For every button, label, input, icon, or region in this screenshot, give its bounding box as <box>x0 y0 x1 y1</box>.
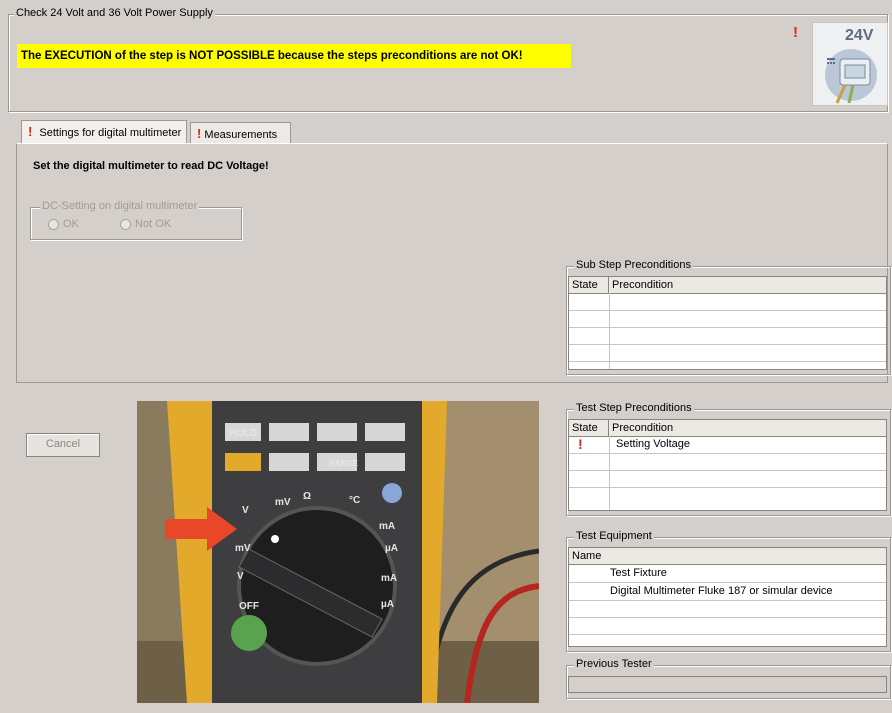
row-divider <box>569 634 886 635</box>
previous-tester-legend: Previous Tester <box>574 658 654 670</box>
svg-text:HOLD: HOLD <box>229 428 257 439</box>
row-divider <box>569 361 886 362</box>
table-row[interactable]: Test Fixture <box>610 565 667 581</box>
radio-ok[interactable]: OK <box>48 218 79 230</box>
row-divider <box>569 600 886 601</box>
tab-measurements[interactable]: ! Measurements <box>190 122 291 144</box>
svg-text:mV: mV <box>275 497 291 508</box>
row-divider <box>569 310 886 311</box>
column-header-name[interactable]: Name <box>569 548 886 564</box>
test-equipment-table[interactable]: Name Test Fixture Digital Multimeter Flu… <box>568 547 887 647</box>
tab-label: Measurements <box>204 129 278 141</box>
svg-text:RANGE: RANGE <box>329 459 359 468</box>
table-row[interactable]: ! Setting Voltage <box>569 436 886 453</box>
previous-tester-field <box>568 676 887 693</box>
test-step-preconditions-table[interactable]: State Precondition ! Setting Voltage <box>568 419 887 511</box>
tab-settings-digital-multimeter[interactable]: ! Settings for digital multimeter <box>21 120 187 144</box>
column-header-state[interactable]: State <box>569 277 609 293</box>
radio-not-ok-label: Not OK <box>135 218 172 230</box>
table-header: State Precondition <box>569 420 886 437</box>
window-title: Check 24 Volt and 36 Volt Power Supply <box>14 7 215 19</box>
table-header: State Precondition <box>569 277 886 294</box>
warning-exclamation-icon: ! <box>793 24 798 41</box>
sub-step-preconditions-legend: Sub Step Preconditions <box>574 259 693 271</box>
svg-text:V: V <box>237 571 244 582</box>
radio-ok-circle <box>48 218 59 230</box>
column-header-precondition[interactable]: Precondition <box>609 420 886 436</box>
radio-not-ok-circle <box>120 218 131 230</box>
table-header: Name <box>569 548 886 565</box>
state-warning-icon: ! <box>578 436 583 452</box>
sub-step-preconditions-table[interactable]: State Precondition <box>568 276 887 370</box>
digital-multimeter-photo: HOLD OFF V mV Ω °C mA µA mA µA mV V RANG… <box>137 401 539 703</box>
row-divider <box>569 344 886 345</box>
column-header-state[interactable]: State <box>569 420 609 436</box>
tab-label: Settings for digital multimeter <box>39 127 182 139</box>
radio-not-ok[interactable]: Not OK <box>120 218 171 230</box>
precondition-cell: Setting Voltage <box>616 438 691 450</box>
column-header-precondition[interactable]: Precondition <box>609 277 886 293</box>
svg-text:mA: mA <box>381 573 397 584</box>
svg-text:V: V <box>242 505 249 516</box>
tab-warning-icon: ! <box>28 124 33 139</box>
tab-warning-icon: ! <box>197 126 202 141</box>
cancel-button[interactable]: Cancel <box>26 433 100 457</box>
svg-text:mA: mA <box>379 521 395 532</box>
column-divider <box>609 293 610 369</box>
radio-ok-label: OK <box>63 218 79 230</box>
row-divider <box>569 487 886 488</box>
test-step-preconditions-legend: Test Step Preconditions <box>574 402 694 414</box>
test-equipment-legend: Test Equipment <box>574 530 654 542</box>
dc-setting-legend: DC-Setting on digital multimeter <box>40 200 200 212</box>
row-divider <box>569 327 886 328</box>
multimeter-badge-graphic <box>825 49 877 104</box>
row-divider <box>569 470 886 471</box>
svg-text:µA: µA <box>385 543 398 554</box>
execution-warning-banner: The EXECUTION of the step is NOT POSSIBL… <box>17 44 571 68</box>
instruction-text: Set the digital multimeter to read DC Vo… <box>33 160 269 172</box>
svg-text:Ω: Ω <box>303 491 311 502</box>
row-divider <box>569 453 886 454</box>
row-divider <box>569 617 886 618</box>
svg-text:OFF: OFF <box>239 601 259 612</box>
svg-text:°C: °C <box>349 495 360 506</box>
svg-text:mV: mV <box>235 543 251 554</box>
svg-text:µA: µA <box>381 599 394 610</box>
multimeter-photo-graphic: HOLD OFF V mV Ω °C mA µA mA µA mV V RANG… <box>137 401 539 703</box>
table-row[interactable]: Digital Multimeter Fluke 187 or simular … <box>610 583 833 599</box>
power-supply-icon: 24V <box>812 22 888 106</box>
